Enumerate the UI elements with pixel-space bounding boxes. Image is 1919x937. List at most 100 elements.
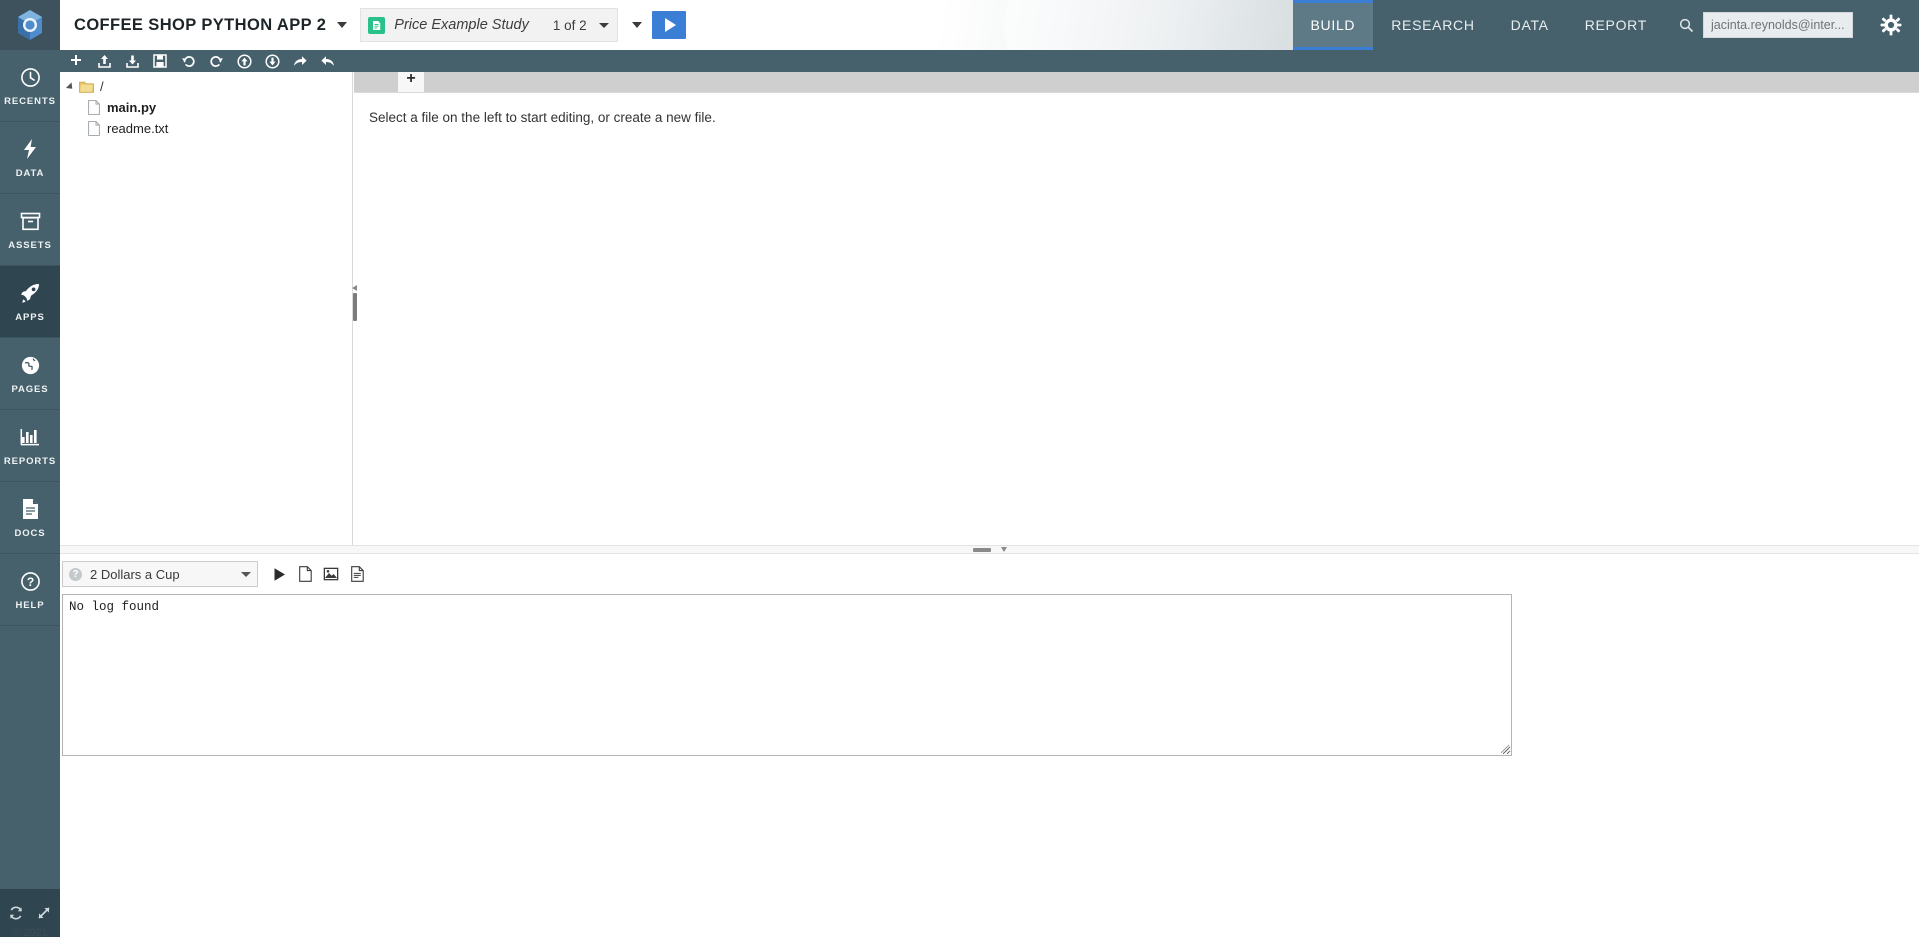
search-input[interactable] <box>1703 12 1853 38</box>
horizontal-splitter[interactable] <box>60 545 1919 554</box>
download-icon[interactable] <box>122 52 142 70</box>
push-up-icon[interactable] <box>234 52 254 70</box>
file-tree-item-main-py: main.py <box>107 100 156 115</box>
redo-icon[interactable] <box>206 52 226 70</box>
forward-icon[interactable] <box>290 52 310 70</box>
folder-icon <box>79 80 94 93</box>
undo-icon[interactable] <box>178 52 198 70</box>
new-file-icon[interactable] <box>296 564 314 584</box>
scenario-actions <box>270 564 366 584</box>
svg-text:?: ? <box>26 575 33 589</box>
globe-icon <box>20 352 41 378</box>
tab-data[interactable]: DATA <box>1493 0 1567 50</box>
chevron-down-icon[interactable] <box>241 572 251 577</box>
file-icon <box>88 100 100 115</box>
add-file-icon[interactable] <box>66 52 86 70</box>
expand-icon[interactable] <box>36 905 52 921</box>
run-scenario-icon[interactable] <box>270 564 288 584</box>
study-chevron-down-icon[interactable] <box>599 23 609 28</box>
sidebar-item-assets-label: ASSETS <box>8 240 51 251</box>
study-selector[interactable]: Price Example Study 1 of 2 <box>360 8 617 42</box>
sidebar-item-assets[interactable]: ASSETS <box>0 194 60 266</box>
run-button-wrap <box>652 0 704 50</box>
refresh-icon[interactable] <box>8 905 24 921</box>
bottom-panel: ? 2 Dollars a Cup No log found <box>60 554 1919 937</box>
editor-placeholder-text: Select a file on the left to start editi… <box>369 110 1919 125</box>
gear-icon <box>1880 14 1902 36</box>
pull-down-icon[interactable] <box>262 52 282 70</box>
sidebar-item-reports-label: REPORTS <box>4 456 56 467</box>
save-icon[interactable] <box>150 52 170 70</box>
search-icon[interactable] <box>1679 18 1694 33</box>
file-icon <box>88 121 100 136</box>
document-icon <box>21 496 40 522</box>
top-bar: COFFEE SHOP PYTHON APP 2 Price Example S… <box>0 0 1919 50</box>
list-item[interactable]: readme.txt <box>60 118 352 139</box>
app-logo-icon <box>15 9 45 41</box>
file-tree-root-label: / <box>100 79 104 94</box>
rocket-icon <box>19 280 41 306</box>
copyright-text: © 2021 <box>0 927 60 937</box>
scenario-select[interactable]: ? 2 Dollars a Cup <box>62 561 258 587</box>
sidebar-item-help[interactable]: ? HELP <box>0 554 60 626</box>
left-sidebar: RECENTS DATA ASSETS APPS PAGES REPORTS <box>0 50 60 937</box>
tab-report[interactable]: REPORT <box>1567 0 1665 50</box>
page-title: COFFEE SHOP PYTHON APP 2 <box>74 16 326 35</box>
scenario-toolbar: ? 2 Dollars a Cup <box>60 554 1919 594</box>
study-menu-chevron-down-icon[interactable] <box>632 22 642 28</box>
search-area <box>1665 0 1863 50</box>
app-title-block: COFFEE SHOP PYTHON APP 2 <box>60 0 358 50</box>
sidebar-item-docs-label: DOCS <box>14 528 45 539</box>
scenario-select-label: 2 Dollars a Cup <box>90 567 241 582</box>
chevron-expanded-icon[interactable] <box>66 82 75 91</box>
help-icon[interactable]: ? <box>69 568 82 581</box>
lightning-icon <box>21 136 39 162</box>
vertical-splitter[interactable] <box>350 285 359 329</box>
sidebar-item-docs[interactable]: DOCS <box>0 482 60 554</box>
bar-chart-icon <box>20 424 41 450</box>
file-tree-root[interactable]: / <box>60 76 352 97</box>
sidebar-item-apps[interactable]: APPS <box>0 266 60 338</box>
file-toolbar <box>60 50 1919 72</box>
box-icon <box>20 208 41 234</box>
report-icon[interactable] <box>348 564 366 584</box>
collapse-left-arrow-icon[interactable] <box>352 285 357 291</box>
run-button[interactable] <box>652 11 686 39</box>
horizontal-splitter-handle[interactable] <box>973 548 991 552</box>
tab-build[interactable]: BUILD <box>1293 0 1374 50</box>
file-tree: / main.py readme.txt <box>60 72 353 545</box>
upload-icon[interactable] <box>94 52 114 70</box>
sidebar-item-help-label: HELP <box>16 600 45 611</box>
tab-data-label: DATA <box>1511 17 1549 33</box>
app-title-chevron-down-icon[interactable] <box>337 22 347 28</box>
study-name: Price Example Study <box>394 17 529 33</box>
settings-button[interactable] <box>1863 0 1919 50</box>
study-menu-toggle[interactable] <box>618 0 652 50</box>
app-logo[interactable] <box>0 0 60 50</box>
vertical-splitter-handle[interactable] <box>353 293 357 321</box>
tab-research[interactable]: RESEARCH <box>1373 0 1492 50</box>
clock-icon <box>20 64 41 90</box>
study-icon <box>368 17 385 34</box>
image-icon[interactable] <box>322 564 340 584</box>
study-count: 1 of 2 <box>553 18 587 33</box>
sidebar-item-recents[interactable]: RECENTS <box>0 50 60 122</box>
editor-area[interactable]: Select a file on the left to start editi… <box>354 92 1919 545</box>
run-icon <box>665 18 676 32</box>
collapse-down-arrow-icon[interactable] <box>1001 547 1007 552</box>
sidebar-item-reports[interactable]: REPORTS <box>0 410 60 482</box>
header-decoration <box>704 0 1293 50</box>
sidebar-item-pages[interactable]: PAGES <box>0 338 60 410</box>
resize-grip-icon <box>1500 744 1510 754</box>
question-circle-icon: ? <box>20 568 41 594</box>
sidebar-item-pages-label: PAGES <box>11 384 48 395</box>
sidebar-item-apps-label: APPS <box>15 312 44 323</box>
tab-report-label: REPORT <box>1585 17 1647 33</box>
sidebar-item-data-label: DATA <box>16 168 45 179</box>
list-item[interactable]: main.py <box>60 97 352 118</box>
sidebar-item-recents-label: RECENTS <box>4 96 56 107</box>
back-icon[interactable] <box>318 52 338 70</box>
sidebar-spacer <box>0 626 60 889</box>
sidebar-item-data[interactable]: DATA <box>0 122 60 194</box>
log-output[interactable]: No log found <box>62 594 1512 756</box>
